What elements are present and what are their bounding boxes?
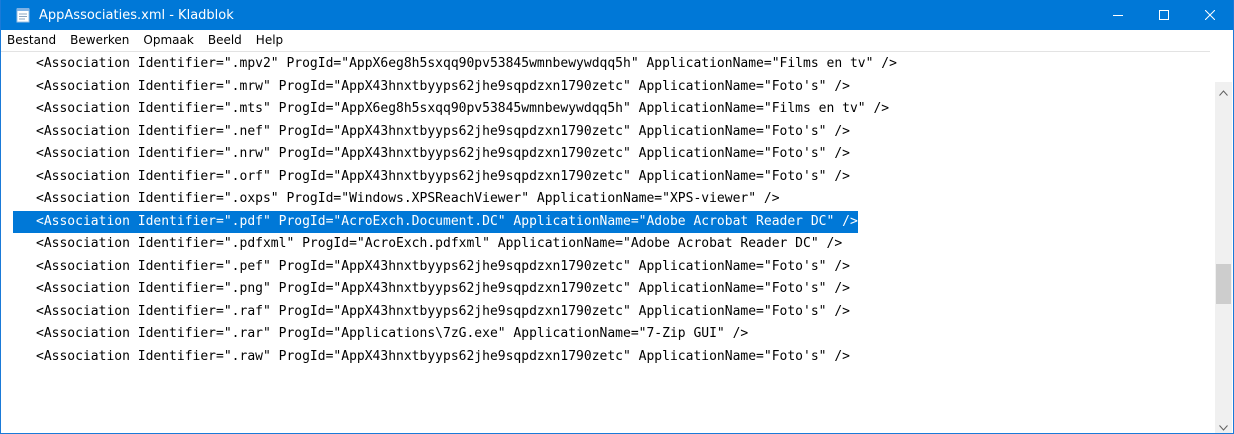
menu-item-bewerken[interactable]: Bewerken bbox=[63, 30, 136, 50]
text-line[interactable]: <Association Identifier=".rar" ProgId="A… bbox=[1, 323, 897, 346]
menu-item-help[interactable]: Help bbox=[249, 30, 290, 50]
text-line[interactable]: <Association Identifier=".mpv2" ProgId="… bbox=[1, 53, 897, 76]
text-line[interactable]: <Association Identifier=".orf" ProgId="A… bbox=[1, 166, 897, 189]
line-text: <Association Identifier=".mrw" ProgId="A… bbox=[36, 78, 850, 94]
line-text: <Association Identifier=".png" ProgId="A… bbox=[36, 281, 850, 296]
line-text: <Association Identifier=".raw" ProgId="A… bbox=[36, 348, 850, 364]
text-line[interactable]: <Association Identifier=".nef" ProgId="A… bbox=[1, 121, 897, 144]
selected-text-line[interactable]: <Association Identifier=".pdf" ProgId="A… bbox=[1, 210, 897, 233]
chevron-down-icon bbox=[1219, 416, 1228, 433]
menu-bar: Bestand Bewerken Opmaak Beeld Help bbox=[1, 30, 1233, 50]
minimize-button[interactable] bbox=[1095, 0, 1141, 30]
notepad-icon[interactable] bbox=[15, 7, 31, 23]
line-text: <Association Identifier=".nrw" ProgId="A… bbox=[36, 146, 850, 161]
vertical-scrollbar[interactable] bbox=[1215, 82, 1232, 433]
notepad-window: AppAssociaties.xml - Kladblok Bestand Be… bbox=[0, 0, 1234, 434]
line-text: <Association Identifier=".mpv2" ProgId="… bbox=[36, 56, 897, 71]
text-line[interactable]: <Association Identifier=".nrw" ProgId="A… bbox=[1, 143, 897, 166]
line-text: <Association Identifier=".rar" ProgId="A… bbox=[36, 326, 749, 341]
text-line[interactable]: <Association Identifier=".pdfxml" ProgId… bbox=[1, 233, 897, 256]
line-text: <Association Identifier=".oxps" ProgId="… bbox=[36, 191, 780, 206]
text-line[interactable]: <Association Identifier=".pef" ProgId="A… bbox=[1, 256, 897, 279]
maximize-icon bbox=[1159, 10, 1169, 20]
title-bar[interactable]: AppAssociaties.xml - Kladblok bbox=[1, 0, 1233, 30]
chevron-up-icon bbox=[1219, 81, 1228, 100]
line-text: <Association Identifier=".orf" ProgId="A… bbox=[36, 168, 850, 184]
line-text: <Association Identifier=".mts" ProgId="A… bbox=[36, 101, 890, 116]
line-text: <Association Identifier=".raf" ProgId="A… bbox=[36, 303, 850, 319]
window-title: AppAssociaties.xml - Kladblok bbox=[39, 7, 234, 23]
editor-lines: <Association Identifier=".mpv2" ProgId="… bbox=[1, 53, 897, 368]
minimize-icon bbox=[1113, 10, 1123, 20]
caption-buttons bbox=[1095, 0, 1233, 30]
menu-item-bestand[interactable]: Bestand bbox=[1, 30, 63, 50]
scroll-thumb[interactable] bbox=[1216, 264, 1231, 304]
menu-item-beeld[interactable]: Beeld bbox=[201, 30, 249, 50]
text-line[interactable]: <Association Identifier=".mrw" ProgId="A… bbox=[1, 76, 897, 99]
line-text: <Association Identifier=".nef" ProgId="A… bbox=[36, 123, 850, 139]
text-line[interactable]: <Association Identifier=".png" ProgId="A… bbox=[1, 278, 897, 301]
close-icon bbox=[1205, 10, 1215, 20]
text-line[interactable]: <Association Identifier=".raf" ProgId="A… bbox=[1, 301, 897, 324]
menu-item-opmaak[interactable]: Opmaak bbox=[136, 30, 200, 50]
line-text: <Association Identifier=".pdfxml" ProgId… bbox=[36, 236, 843, 251]
text-line[interactable]: <Association Identifier=".oxps" ProgId="… bbox=[1, 188, 897, 211]
close-button[interactable] bbox=[1187, 0, 1233, 30]
text-line[interactable]: <Association Identifier=".mts" ProgId="A… bbox=[1, 98, 897, 121]
scroll-down-button[interactable] bbox=[1215, 416, 1232, 433]
line-text: <Association Identifier=".pdf" ProgId="A… bbox=[13, 210, 858, 233]
scroll-up-button[interactable] bbox=[1215, 82, 1232, 99]
line-text: <Association Identifier=".pef" ProgId="A… bbox=[36, 258, 850, 274]
maximize-button[interactable] bbox=[1141, 0, 1187, 30]
text-editor[interactable]: <Association Identifier=".mpv2" ProgId="… bbox=[1, 51, 1210, 433]
text-line[interactable]: <Association Identifier=".raw" ProgId="A… bbox=[1, 346, 897, 369]
